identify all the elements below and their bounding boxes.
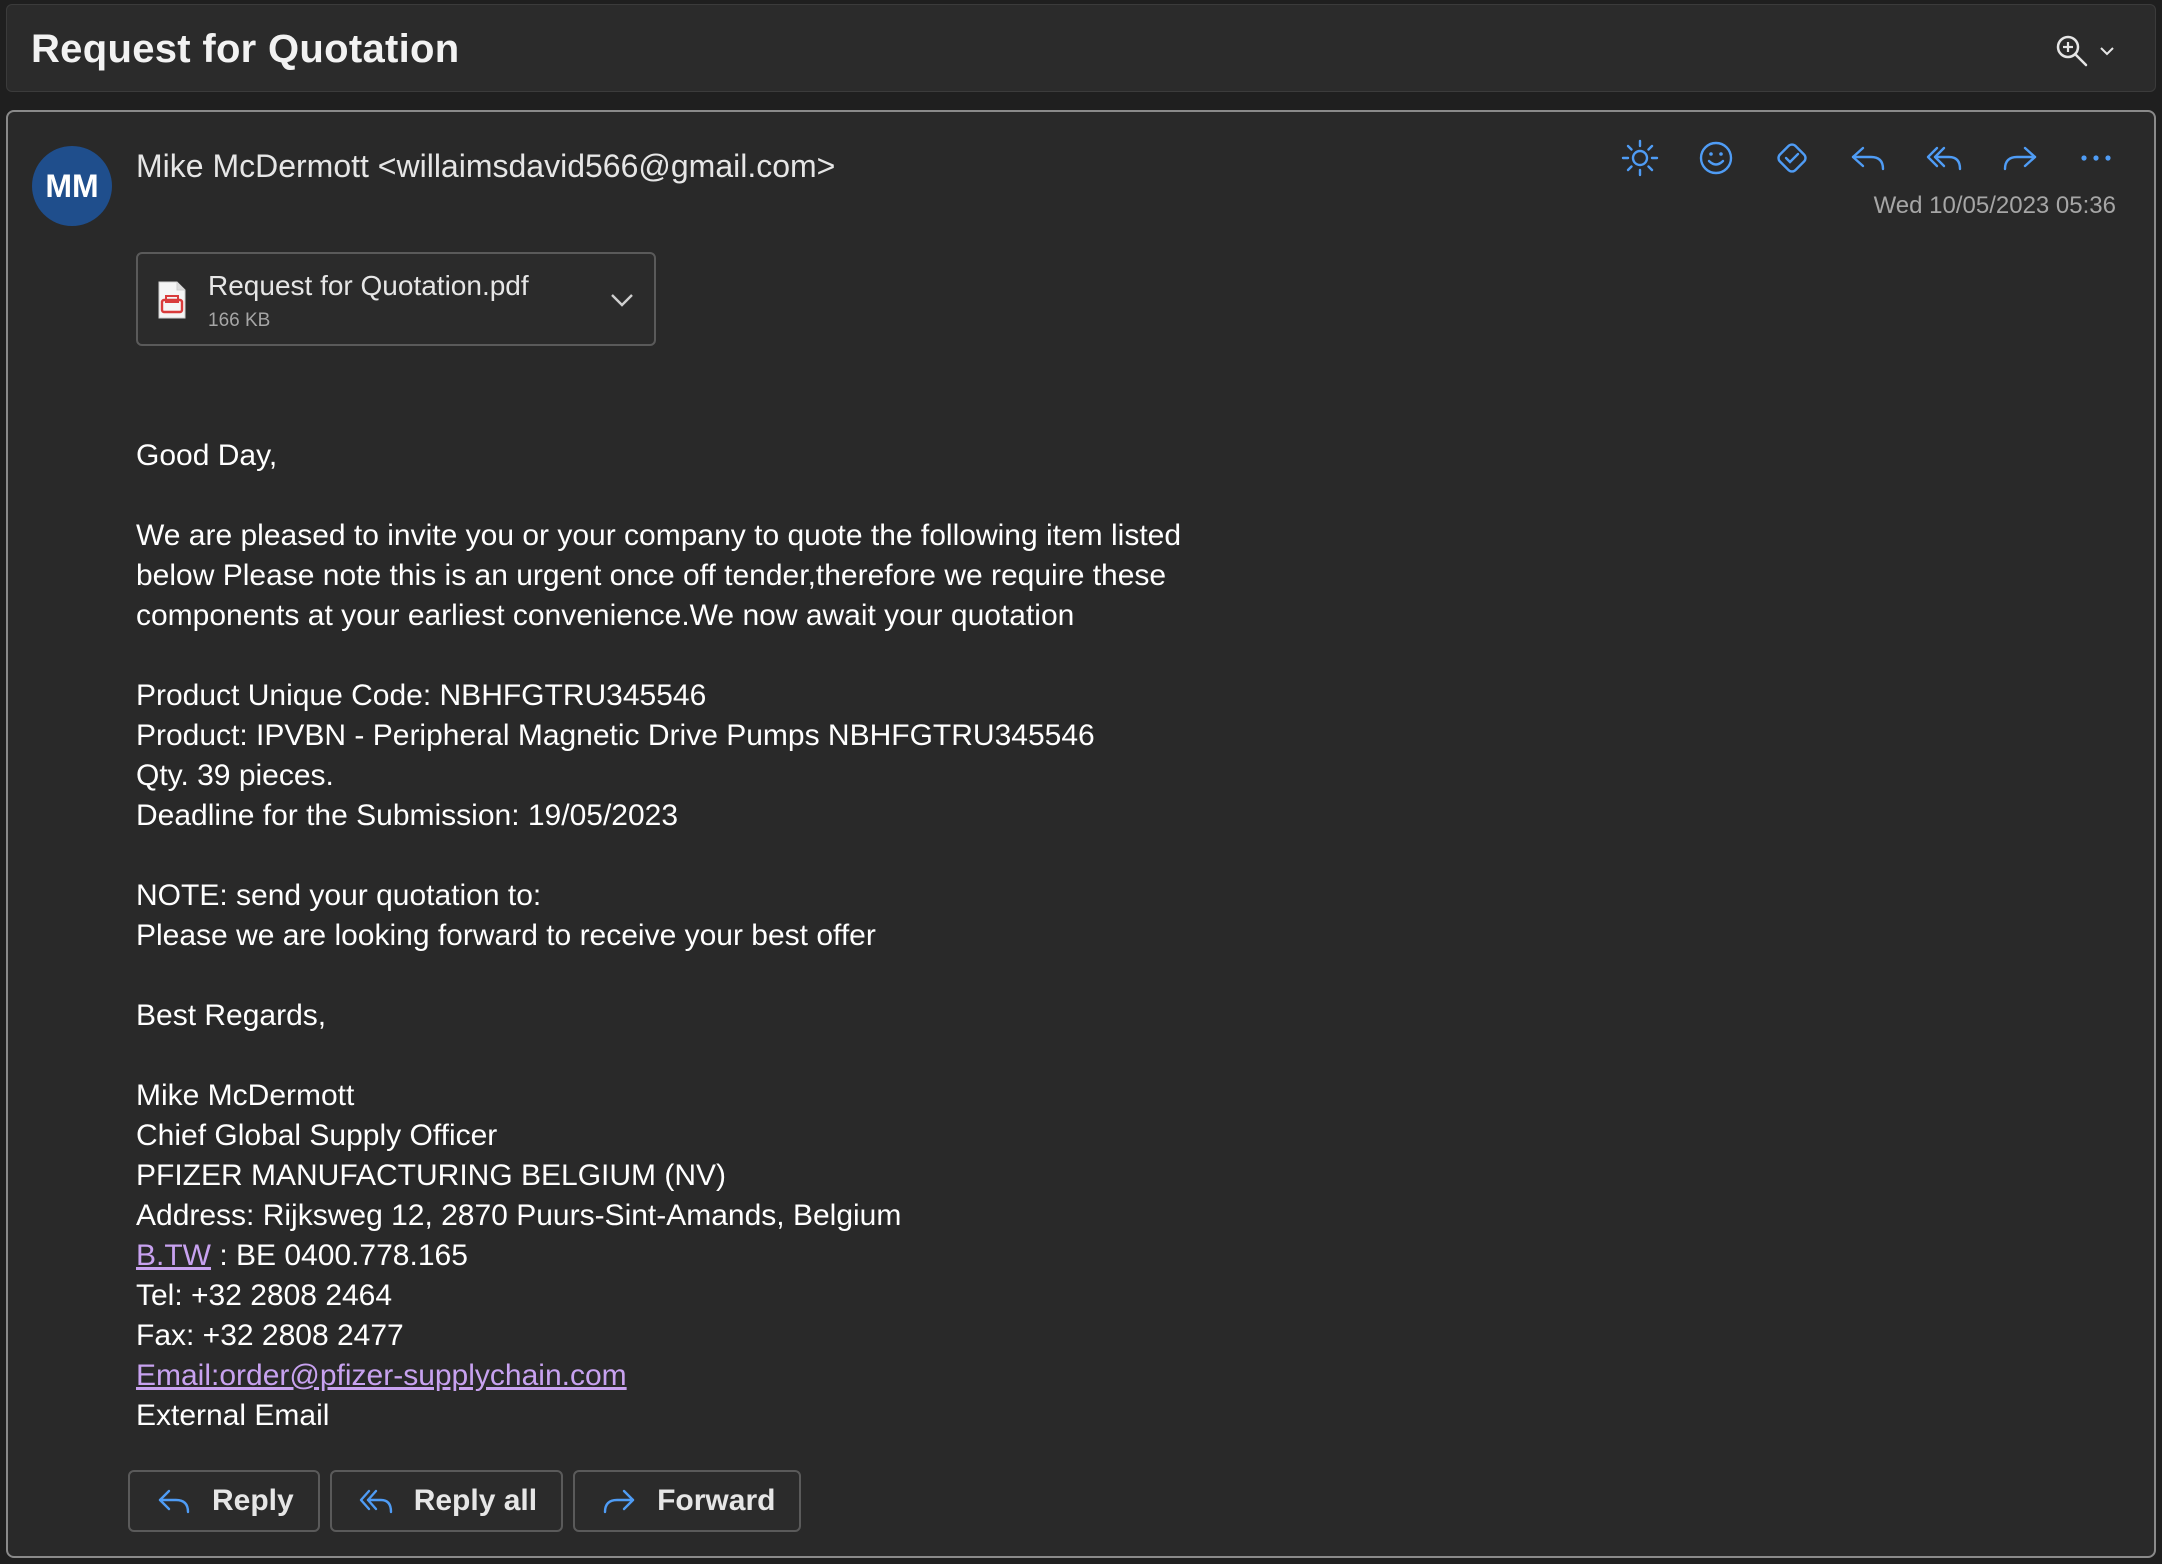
forward-icon	[603, 1489, 635, 1514]
greeting: Good Day,	[136, 439, 278, 472]
reply-icon	[1851, 146, 1885, 171]
btw-value: : BE 0400.778.165	[211, 1239, 468, 1272]
product-name: Product: IPVBN - Peripheral Magnetic Dri…	[136, 719, 1095, 752]
brightness-icon	[1621, 139, 1659, 177]
email-subject: Request for Quotation	[31, 27, 460, 71]
more-icon	[2081, 155, 2111, 161]
reply-icon	[158, 1489, 190, 1514]
forward-icon	[2003, 146, 2037, 171]
note-line: NOTE: send your quotation to:	[136, 879, 542, 912]
chevron-down-icon	[2100, 47, 2114, 56]
pdf-file-icon	[158, 281, 186, 319]
reply-all-action[interactable]	[1924, 138, 1964, 178]
more-actions-button[interactable]	[2076, 138, 2116, 178]
attachment-card[interactable]: Request for Quotation.pdf 166 KB	[136, 252, 656, 346]
subject-bar: Request for Quotation	[6, 4, 2156, 92]
email-link[interactable]: Email:order@pfizer-supplychain.com	[136, 1359, 627, 1392]
attachment-name: Request for Quotation.pdf	[208, 270, 529, 301]
message-card: MM Mike McDermott <willaimsdavid566@gmai…	[6, 110, 2156, 1558]
signature-name: Mike McDermott	[136, 1079, 355, 1112]
reply-toolbar: Reply Reply all Forward	[128, 1470, 802, 1532]
external-email-tag: External Email	[136, 1399, 330, 1432]
signature-fax: Fax: +32 2808 2477	[136, 1319, 404, 1352]
deadline: Deadline for the Submission: 19/05/2023	[136, 799, 679, 832]
signature-email: Email:order@pfizer-supplychain.com	[136, 1356, 1536, 1396]
signature-address: Address: Rijksweg 12, 2870 Puurs-Sint-Am…	[136, 1199, 902, 1232]
reply-button[interactable]: Reply	[128, 1470, 320, 1532]
reply-action[interactable]	[1848, 138, 1888, 178]
signature-btw: B.TW : BE 0400.778.165	[136, 1236, 1536, 1276]
attachment-size: 166 KB	[208, 310, 271, 331]
reply-all-button-label: Reply all	[413, 1484, 538, 1517]
avatar[interactable]: MM	[32, 146, 112, 226]
immersive-reader-button[interactable]	[1772, 138, 1812, 178]
forward-button-label: Forward	[657, 1484, 776, 1517]
reply-all-icon	[359, 1489, 392, 1514]
zoom-icon	[2056, 35, 2088, 67]
quantity: Qty. 39 pieces.	[136, 759, 334, 792]
reaction-button[interactable]	[1696, 138, 1736, 178]
forward-button[interactable]: Forward	[573, 1470, 802, 1532]
immersive-reader-icon	[1777, 143, 1807, 173]
closing: Best Regards,	[136, 999, 327, 1032]
forward-action[interactable]	[2000, 138, 2040, 178]
message-actions	[1620, 138, 2116, 178]
body-line: below Please note this is an urgent once…	[136, 559, 1167, 592]
chevron-down-icon[interactable]	[608, 286, 636, 314]
emoji-icon	[1699, 141, 1733, 175]
reply-all-icon	[1926, 146, 1962, 171]
zoom-button[interactable]	[2055, 31, 2125, 71]
brightness-button[interactable]	[1620, 138, 1660, 178]
body-line: components at your earliest convenience.…	[136, 599, 1075, 632]
signature-title: Chief Global Supply Officer	[136, 1119, 498, 1152]
message-date: Wed 10/05/2023 05:36	[1873, 192, 2116, 219]
product-code: Product Unique Code: NBHFGTRU345546	[136, 679, 707, 712]
btw-link[interactable]: B.TW	[136, 1239, 211, 1272]
sender[interactable]: Mike McDermott <willaimsdavid566@gmail.c…	[136, 148, 835, 185]
reply-button-label: Reply	[212, 1484, 294, 1517]
reply-all-button[interactable]: Reply all	[329, 1470, 564, 1532]
body-line: We are pleased to invite you or your com…	[136, 519, 1182, 552]
message-body: Good Day, We are pleased to invite you o…	[136, 436, 1536, 1436]
note-line: Please we are looking forward to receive…	[136, 919, 876, 952]
signature-tel: Tel: +32 2808 2464	[136, 1279, 393, 1312]
signature-company: PFIZER MANUFACTURING BELGIUM (NV)	[136, 1159, 727, 1192]
